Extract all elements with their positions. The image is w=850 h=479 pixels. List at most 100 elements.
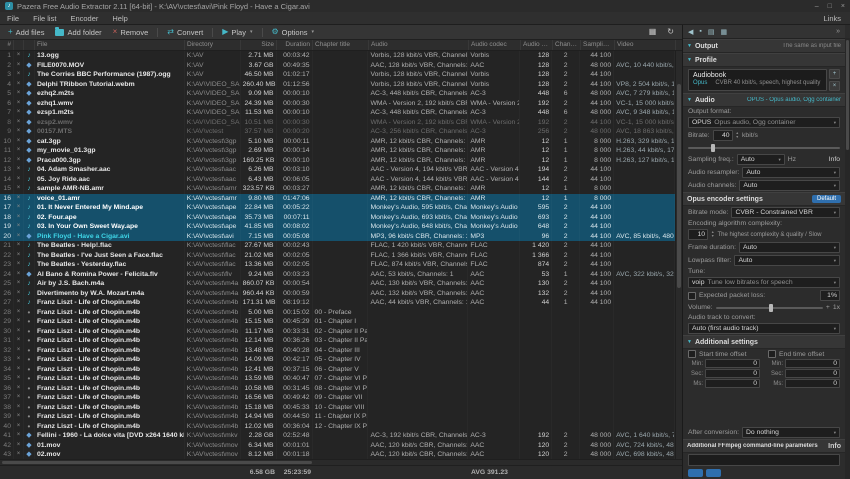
bitrate-mode-select[interactable]: CVBR - Constrained VBR ▾ — [731, 207, 840, 218]
table-row[interactable]: 16 × ♪ voice_01.amr K:\AV\vctest\amr 9.80 MB 0… — [0, 193, 676, 203]
bitrate-input[interactable]: 40 — [712, 130, 733, 141]
table-row[interactable]: 14 × ♪ 05. Joy Ride.aac K:\AV\vctest\aac 6.43… — [0, 175, 675, 185]
table-row[interactable]: 10 × ◆ cat.3gp K:\AV\vctest\3gp 5.10 MB 00:00:… — [0, 137, 675, 147]
start-ms-input[interactable]: 0 — [705, 379, 760, 388]
refresh-button[interactable]: ↻ — [662, 27, 679, 37]
column-header-dur[interactable]: Duration — [277, 40, 313, 50]
column-header-size[interactable]: Size — [241, 40, 277, 50]
minimize-button[interactable]: – — [815, 3, 819, 10]
slider-thumb[interactable] — [710, 143, 715, 152]
scrollbar-thumb[interactable] — [846, 40, 849, 150]
table-row[interactable]: 23 × ♪ The Beatles - Yesterday.flac K:\AV\vc… — [0, 260, 675, 270]
volume-slider[interactable] — [715, 303, 823, 312]
add-files-button[interactable]: + Add files — [3, 27, 49, 38]
table-row[interactable]: 25 × ♪ Air by J.S. Bach.m4a K:\AV\vctest\m4a… — [0, 279, 675, 289]
table-row[interactable]: 40 × • Franz Liszt - Life of Chopin.m4b K:\A… — [0, 422, 675, 432]
after-conversion-select[interactable]: Do nothing ▾ — [742, 427, 840, 438]
section-output[interactable]: ▼ Output The same as input file — [683, 39, 845, 53]
table-row[interactable]: 12 × ◆ Praca000.3gp K:\AV\vctest\3gp 169.25 K… — [0, 156, 675, 166]
start-sec-input[interactable]: 0 — [705, 369, 760, 378]
bitrate-stepper[interactable]: ▲ ▼ — [736, 131, 739, 139]
frame-duration-select[interactable]: Auto ▾ — [738, 242, 840, 253]
table-row[interactable]: 35 × • Franz Liszt - Life of Chopin.m4b K:\A… — [0, 374, 675, 384]
ffmpeg-info-link[interactable]: Info — [828, 443, 841, 450]
column-header-abr[interactable]: Audio bitrate — [521, 40, 553, 50]
table-row[interactable]: 15 × ♪ sample AMR-NB.amr K:\AV\vctest\amr 323… — [0, 184, 675, 194]
tune-select[interactable]: voip Tune low bitrates for speech ▾ — [688, 277, 840, 288]
volume-plus-icon[interactable]: + — [826, 304, 830, 311]
end-ms-input[interactable]: 0 — [785, 379, 840, 388]
column-header-name[interactable]: File — [35, 40, 185, 50]
table-row[interactable]: 33 × • Franz Liszt - Life of Chopin.m4b K:\A… — [0, 355, 675, 365]
table-row[interactable]: 43 × ◆ 02.mov K:\AV\vctest\mov 8.12 MB 00:01:1… — [0, 450, 675, 459]
presets-icon[interactable]: ▤ — [708, 28, 715, 36]
table-row[interactable]: 38 × • Franz Liszt - Life of Chopin.m4b K:\A… — [0, 403, 675, 413]
table-row[interactable]: 34 × • Franz Liszt - Life of Chopin.m4b K:\A… — [0, 365, 675, 375]
play-button[interactable]: ▶ Play ▾ — [217, 27, 257, 38]
audio-channels-select[interactable]: Auto ▾ — [739, 180, 840, 191]
table-row[interactable]: 11 × ◆ my_movie_01.3gp K:\AV\vctest\3gp 2.69 … — [0, 146, 675, 156]
column-header-ch[interactable]: Channels — [553, 40, 581, 50]
complexity-stepper[interactable]: ▲ ▼ — [711, 230, 714, 238]
menu-file[interactable]: File — [0, 14, 26, 23]
ffmpeg-preset-chip[interactable] — [706, 469, 721, 477]
end-offset-checkbox[interactable] — [768, 350, 776, 358]
options-button[interactable]: ⚙ Options ▾ — [267, 27, 320, 38]
ffmpeg-preset-chip[interactable] — [688, 469, 703, 477]
column-header-chapter[interactable]: Chapter title — [313, 40, 369, 50]
column-header-codec[interactable]: Audio codec — [469, 40, 521, 50]
table-row[interactable]: 26 × ♪ Divertimento by W.A. Mozart.m4a K:\AV… — [0, 289, 675, 299]
horizontal-scrollbar[interactable] — [0, 459, 682, 465]
table-row[interactable]: 9 × ◆ 00157.MTS K:\AV\vctest 37.57 MB 00:00:20… — [0, 127, 675, 137]
collapse-panel-icon[interactable]: ◀ — [688, 28, 693, 36]
save-profile-button[interactable]: + — [829, 69, 840, 79]
layout-icon[interactable]: ▦ — [721, 28, 728, 36]
table-row[interactable]: 3 × ♪ The Corries BBC Performance (1987).og… — [0, 70, 675, 80]
table-row[interactable]: 17 × ♪ 01. It Never Entered My Mind.ape K:\A… — [0, 203, 676, 213]
table-row[interactable]: 32 × • Franz Liszt - Life of Chopin.m4b K:\A… — [0, 346, 675, 356]
packet-loss-checkbox[interactable] — [688, 291, 696, 300]
bitrate-slider[interactable] — [688, 143, 840, 152]
scrollbar-thumb[interactable] — [677, 83, 681, 288]
end-sec-input[interactable]: 0 — [785, 369, 840, 378]
panel-scrollbar[interactable] — [845, 38, 850, 479]
section-additional-settings[interactable]: ▼ Additional settings — [683, 335, 845, 349]
profile-select[interactable]: Audiobook Opus CVBR 40 kbit/s, speech, h… — [688, 69, 827, 91]
table-row[interactable]: 27 × ♪ Franz Liszt - Life of Chopin.m4b K:\A… — [0, 298, 675, 308]
slider-thumb[interactable] — [769, 303, 774, 312]
view-columns-button[interactable]: ▦ — [644, 27, 662, 37]
column-header-video[interactable]: Video — [615, 40, 676, 50]
maximize-button[interactable]: □ — [828, 3, 832, 10]
table-row[interactable]: 5× ◆ezhq2.m2tsK:\AV\VIDEO_SAMPLES9.09 MB0… — [0, 89, 675, 99]
vertical-scrollbar[interactable] — [675, 51, 682, 459]
menu-links[interactable]: Links — [814, 14, 850, 23]
convert-button[interactable]: ⇄ Convert — [162, 27, 208, 38]
column-header-dir[interactable]: Directory — [185, 40, 241, 50]
table-row[interactable]: 21 × ♪ The Beatles - Help!.flac K:\AV\vctest… — [0, 241, 675, 251]
pin-icon[interactable]: ▪ — [699, 28, 701, 35]
table-row[interactable]: 39 × • Franz Liszt - Life of Chopin.m4b K:\A… — [0, 412, 675, 422]
complexity-input[interactable]: 10 — [688, 229, 708, 240]
table-row[interactable]: 42 × ◆ 01.mov K:\AV\vctest\mov 6.34 MB 00:01:0… — [0, 441, 675, 451]
table-row[interactable]: 29 × • Franz Liszt - Life of Chopin.m4b K:\A… — [0, 317, 675, 327]
column-header-sr[interactable]: Sampling freq. — [581, 40, 615, 50]
table-row[interactable]: 24 × ◆ Al Bano & Romina Power - Felicita.fl… — [0, 270, 675, 280]
menu-file-list[interactable]: File list — [26, 14, 63, 23]
start-min-input[interactable]: 0 — [705, 359, 760, 368]
table-row[interactable]: 18 × ♪ 02. Four.ape K:\AV\vctest\ape 35.73 MB… — [0, 212, 676, 222]
remove-button[interactable]: × Remove — [108, 27, 154, 38]
add-folder-button[interactable]: Add folder — [50, 26, 106, 38]
table-row[interactable]: 2 × ◆ FILE0070.MOV K:\AV 3.67 GB 00:49:35 AAC, … — [0, 61, 675, 71]
table-row[interactable]: 20 × ◆ Pink Floyd - Have a Cigar.avi K:\AV\v… — [0, 231, 676, 241]
table-row[interactable]: 19 × ♪ 03. In Your Own Sweet Way.ape K:\AV\v… — [0, 222, 676, 232]
menu-help[interactable]: Help — [105, 14, 134, 23]
table-row[interactable]: 8× ◆ezsp2.wmvK:\AV\VIDEO_SAMPLES10.51 MB0… — [0, 118, 675, 128]
output-format-select[interactable]: OPUS Opus audio, Ogg container ▾ — [688, 117, 840, 128]
delete-profile-button[interactable]: × — [829, 81, 840, 91]
table-row[interactable]: 1 × ♪ 13.ogg K:\AV 2.71 MB 00:03:42 Vorbis, 128… — [0, 51, 675, 61]
end-min-input[interactable]: 0 — [785, 359, 840, 368]
ffmpeg-params-input[interactable] — [688, 454, 840, 466]
more-icon[interactable]: » — [836, 28, 840, 35]
table-row[interactable]: 6× ◆ezhq1.wmvK:\AV\VIDEO_SAMPLES24.39 MB0… — [0, 99, 675, 109]
section-profile[interactable]: ▼ Profile — [683, 53, 845, 67]
